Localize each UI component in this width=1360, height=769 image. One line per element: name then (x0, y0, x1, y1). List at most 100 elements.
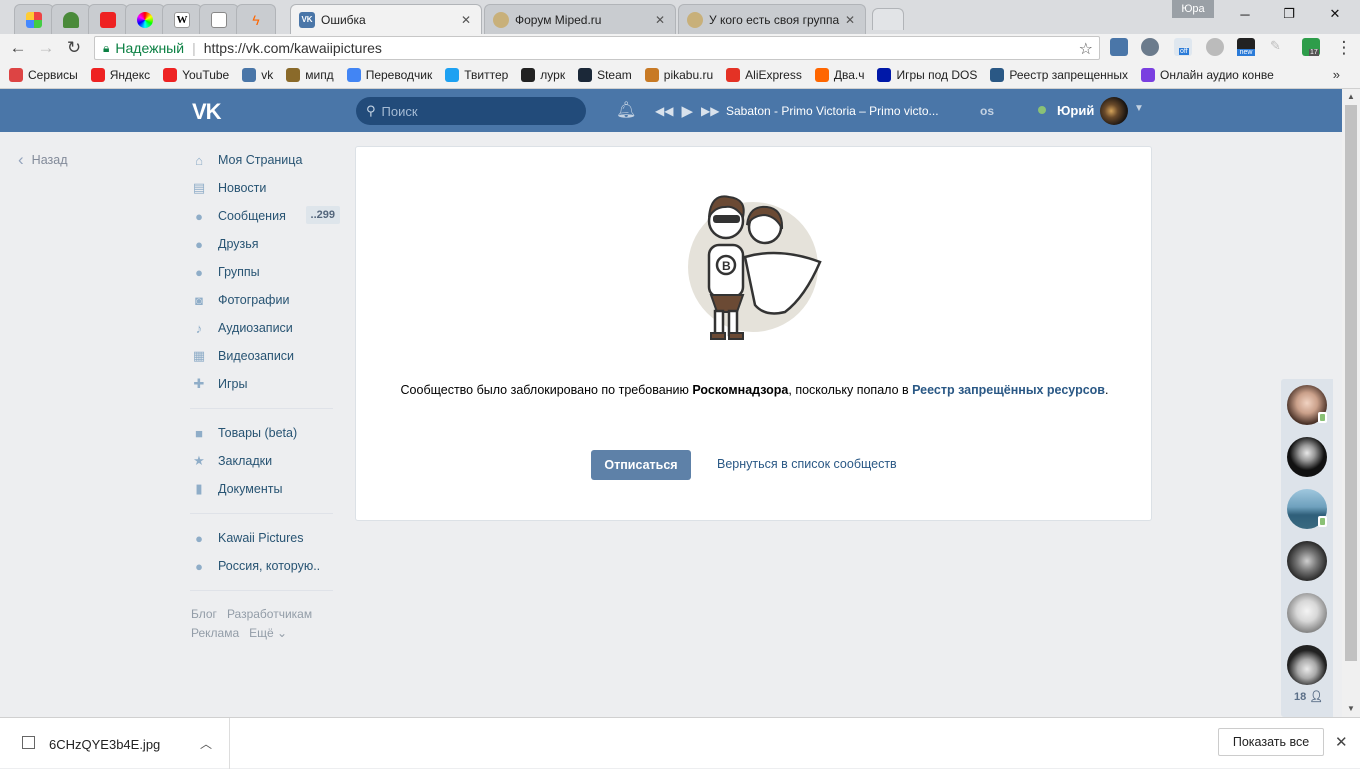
scroll-down-icon[interactable]: ▼ (1342, 704, 1360, 713)
address-bar[interactable]: 🔒︎ Надежный | https://vk.com/kawaiipictu… (94, 36, 1100, 60)
bookmark-item[interactable]: Steam (578, 68, 632, 82)
pinned-tab-tree[interactable] (51, 4, 91, 34)
pinned-tab-color[interactable] (125, 4, 165, 34)
more-bookmarks-icon[interactable]: » (1333, 67, 1340, 82)
pinned-tab-services[interactable] (14, 4, 54, 34)
close-icon[interactable]: ✕ (459, 13, 473, 27)
tab-miped-forum[interactable]: Форум Miped.ru ✕ (484, 4, 676, 34)
sidebar-item[interactable]: ⌂ Моя Страница (190, 146, 340, 174)
sidebar-item[interactable]: ▦ Видеозаписи (190, 342, 340, 370)
pen-extension-icon[interactable]: ✎ (1270, 38, 1288, 56)
home-icon: ⌂ (195, 152, 203, 168)
tab-error[interactable]: VK Ошибка ✕ (290, 4, 482, 34)
close-window-button[interactable]: ✕ (1312, 0, 1358, 28)
vk-icon: VK (299, 11, 315, 28)
maximize-button[interactable]: ❐ (1266, 0, 1312, 28)
friend-avatar[interactable] (1287, 593, 1327, 633)
back-link[interactable]: ‹ Назад (18, 150, 68, 170)
registry-link[interactable]: Реестр запрещённых ресурсов (912, 383, 1105, 397)
friends-count[interactable]: 18 👤︎ (1294, 690, 1323, 703)
tab-own-group[interactable]: У кого есть своя группа ✕ (678, 4, 866, 34)
chevron-down-icon[interactable]: ▼ (1134, 103, 1144, 114)
forward-arrow-icon[interactable]: → (34, 36, 58, 60)
pinned-tab-2ch[interactable]: ϟ (236, 4, 276, 34)
close-icon[interactable]: ✕ (653, 13, 667, 27)
bookmark-item[interactable]: Игры под DOS (877, 68, 977, 82)
sidebar-item[interactable]: ■ Товары (beta) (190, 419, 340, 447)
vk-extension-icon[interactable] (1110, 38, 1128, 56)
show-all-button[interactable]: Показать все (1218, 728, 1324, 756)
lastfm-icon[interactable]: os (980, 104, 994, 118)
minimize-button[interactable]: ─ (1222, 0, 1268, 28)
bookmark-item[interactable]: Сервисы (9, 68, 78, 82)
scrollbar[interactable]: ▲ ▼ (1342, 89, 1360, 717)
online-indicator-icon (1318, 412, 1327, 423)
blog-link[interactable]: Блог (191, 607, 217, 621)
scroll-up-icon[interactable]: ▲ (1342, 92, 1360, 101)
count-badge: 17 (1309, 49, 1319, 56)
sidebar-item[interactable]: ● Сообщения ..299 (190, 202, 340, 230)
groups-icon: ● (195, 264, 203, 280)
previous-icon[interactable]: ◀◀ (655, 104, 673, 118)
new-tab-button[interactable] (872, 8, 904, 30)
bell-icon[interactable]: 🔔︎ (616, 100, 636, 120)
developers-link[interactable]: Разработчикам (227, 607, 312, 621)
chevron-up-icon[interactable]: ︿ (200, 735, 212, 752)
bookmark-item[interactable]: Яндекс (90, 68, 150, 82)
sidebar-item[interactable]: ● Друзья (190, 230, 340, 258)
sidebar-item[interactable]: ● Группы (190, 258, 340, 286)
ads-link[interactable]: Реклама (191, 626, 239, 640)
bookmark-item[interactable]: Твиттер (445, 68, 508, 82)
eye-extension-icon[interactable] (1141, 38, 1159, 56)
pinned-tab-youtube[interactable] (88, 4, 128, 34)
bookmark-item[interactable]: лурк (521, 68, 565, 82)
user-name[interactable]: Юрий (1057, 103, 1094, 118)
more-link[interactable]: Ещё ⌄ (249, 626, 287, 640)
gear-extension-icon[interactable] (1206, 38, 1224, 56)
profile-button[interactable]: Юра (1172, 0, 1214, 18)
back-to-communities-link[interactable]: Вернуться в список сообществ (717, 457, 897, 471)
bookmark-item[interactable]: AliExpress (726, 68, 802, 82)
friend-avatar[interactable] (1287, 541, 1327, 581)
bookmark-star-icon[interactable]: ☆ (1079, 39, 1093, 59)
bookmark-item[interactable]: Реестр запрещенных (990, 68, 1128, 82)
shield-extension-icon[interactable]: off (1174, 38, 1192, 56)
sidebar-item[interactable]: ▤ Новости (190, 174, 340, 202)
bookmark-item[interactable]: Переводчик (346, 68, 432, 82)
download-item[interactable]: 6CHzQYE3b4E.jpg ︿ (0, 718, 230, 769)
play-icon[interactable]: ▶ (681, 102, 693, 120)
sidebar-item[interactable]: ✚ Игры (190, 370, 340, 398)
back-arrow-icon[interactable]: ← (6, 36, 30, 60)
news-icon: ▤ (192, 180, 206, 195)
vk-side-menu: ⌂ Моя Страница ▤ Новости ● Сообщения ..299 ● Дру… (190, 146, 340, 601)
next-icon[interactable]: ▶▶ (701, 104, 719, 118)
reload-icon[interactable]: ↻ (62, 36, 86, 60)
bookmark-item[interactable]: YouTube (163, 68, 229, 82)
sidebar-item[interactable]: ◙ Фотографии (190, 286, 340, 314)
bookmark-item[interactable]: Онлайн аудио конве (1141, 68, 1274, 82)
current-track[interactable]: Sabaton - Primo Victoria – Primo victo..… (726, 104, 951, 118)
pinned-tab-wikipedia[interactable]: W (162, 4, 202, 34)
menu-kebab-icon[interactable]: ⋮ (1332, 36, 1356, 60)
sidebar-item[interactable]: ▮ Документы (190, 475, 340, 503)
adblock-extension-icon[interactable]: 17 (1302, 38, 1320, 56)
sidebar-item[interactable]: ● Kawaii Pictures (190, 524, 340, 552)
close-icon[interactable]: ✕ (1335, 733, 1348, 751)
pinned-tab-blank[interactable] (199, 4, 239, 34)
bookmark-item[interactable]: pikabu.ru (644, 68, 713, 82)
sidebar-item[interactable]: ★ Закладки (190, 447, 340, 475)
bookmark-item[interactable]: vk (242, 68, 273, 82)
friend-avatar[interactable] (1287, 437, 1327, 477)
unsubscribe-button[interactable]: Отписаться (591, 450, 691, 480)
friend-avatar[interactable] (1287, 645, 1327, 685)
bookmark-item[interactable]: мипд (286, 68, 334, 82)
mail-extension-icon[interactable]: new (1237, 38, 1255, 56)
sidebar-item[interactable]: ♪ Аудиозаписи (190, 314, 340, 342)
avatar[interactable] (1100, 97, 1128, 125)
vk-search-input[interactable]: ⚲ Поиск (356, 97, 586, 125)
vk-logo[interactable]: VK (192, 99, 222, 125)
sidebar-item[interactable]: ● Россия, которую.. (190, 552, 340, 580)
scroll-thumb[interactable] (1345, 105, 1357, 661)
bookmark-item[interactable]: Два.ч (814, 68, 864, 82)
close-icon[interactable]: ✕ (843, 13, 857, 27)
